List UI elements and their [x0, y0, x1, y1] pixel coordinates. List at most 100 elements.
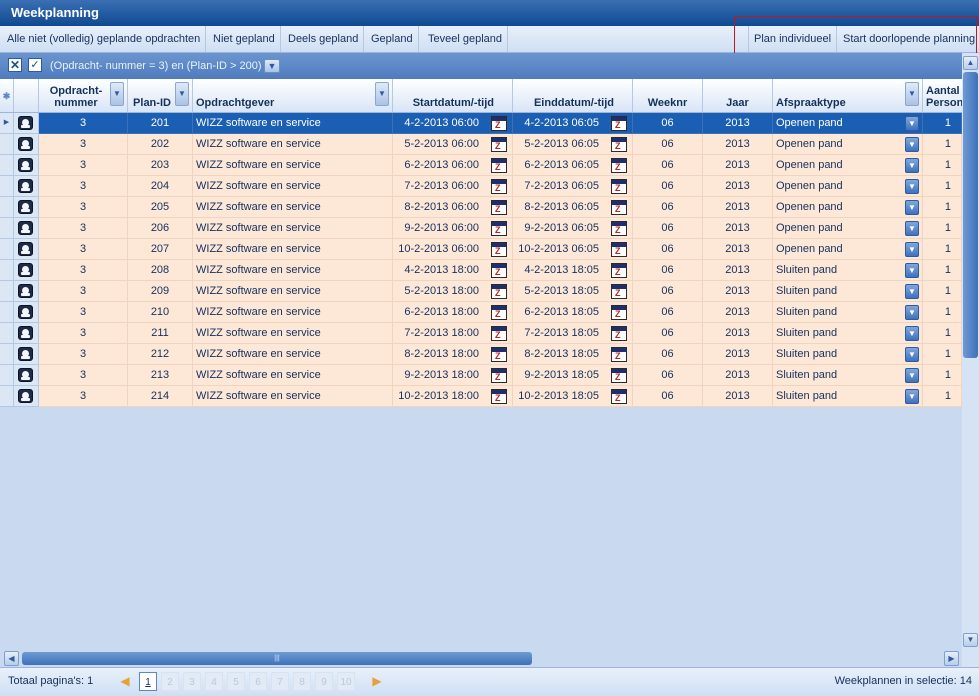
header-jaar[interactable]: Jaar: [703, 79, 773, 112]
calendar-icon[interactable]: [611, 326, 627, 341]
row-indicator[interactable]: [0, 302, 14, 323]
calendar-icon[interactable]: [491, 389, 507, 404]
cell-opdrachtnummer[interactable]: 3: [39, 239, 128, 260]
assignment-icon[interactable]: [18, 305, 33, 319]
afspraaktype-dropdown-icon[interactable]: ▼: [905, 82, 919, 106]
row-icon-cell[interactable]: [14, 323, 39, 344]
afspraaktype-dropdown-icon[interactable]: ▼: [905, 284, 919, 299]
plan-id-dropdown-icon[interactable]: ▼: [175, 82, 189, 106]
filter-planned-button[interactable]: Gepland: [366, 26, 419, 52]
afspraaktype-dropdown-icon[interactable]: ▼: [905, 305, 919, 320]
cell-opdrachtgever[interactable]: WIZZ software en service: [193, 155, 393, 176]
cell-jaar[interactable]: 2013: [703, 176, 773, 197]
afspraaktype-dropdown-icon[interactable]: ▼: [905, 368, 919, 383]
calendar-icon[interactable]: [491, 263, 507, 278]
table-row[interactable]: 3 214 WIZZ software en service 10-2-2013 18…: [0, 386, 962, 407]
row-indicator[interactable]: [0, 260, 14, 281]
table-row[interactable]: 3 205 WIZZ software en service 8-2-2013 06:…: [0, 197, 962, 218]
cell-weeknr[interactable]: 06: [633, 197, 703, 218]
header-einddatum[interactable]: Einddatum/-tijd: [513, 79, 633, 112]
cell-opdrachtgever[interactable]: WIZZ software en service: [193, 134, 393, 155]
filter-all-unplanned-button[interactable]: Alle niet (volledig) geplande opdrachten: [2, 26, 207, 52]
row-icon-cell[interactable]: [14, 365, 39, 386]
cell-opdrachtgever[interactable]: WIZZ software en service: [193, 323, 393, 344]
cell-weeknr[interactable]: 06: [633, 176, 703, 197]
row-icon-cell[interactable]: [14, 134, 39, 155]
row-icon-cell[interactable]: [14, 344, 39, 365]
filter-partially-planned-button[interactable]: Deels gepland: [283, 26, 365, 52]
cell-opdrachtnummer[interactable]: 3: [39, 218, 128, 239]
cell-afspraaktype[interactable]: Sluiten pand: [773, 386, 923, 407]
horizontal-scrollbar[interactable]: ◀ ||| ▶: [0, 650, 962, 667]
cell-opdrachtnummer[interactable]: 3: [39, 365, 128, 386]
cell-weeknr[interactable]: 06: [633, 134, 703, 155]
cell-aantal-personen[interactable]: 1: [923, 323, 962, 344]
page-button[interactable]: 2: [161, 672, 179, 691]
page-button[interactable]: 3: [183, 672, 201, 691]
cell-opdrachtnummer[interactable]: 3: [39, 134, 128, 155]
table-row[interactable]: 3 204 WIZZ software en service 7-2-2013 06:…: [0, 176, 962, 197]
cell-opdrachtgever[interactable]: WIZZ software en service: [193, 302, 393, 323]
clear-filter-icon[interactable]: ✕: [8, 58, 22, 72]
table-row[interactable]: 3 212 WIZZ software en service 8-2-2013 18:…: [0, 344, 962, 365]
scroll-down-icon[interactable]: ▼: [963, 633, 978, 647]
cell-afspraaktype[interactable]: Sluiten pand: [773, 365, 923, 386]
cell-afspraaktype[interactable]: Sluiten pand: [773, 344, 923, 365]
table-row[interactable]: 3 209 WIZZ software en service 5-2-2013 18:…: [0, 281, 962, 302]
cell-weeknr[interactable]: 06: [633, 344, 703, 365]
cell-plan-id[interactable]: 213: [128, 365, 193, 386]
calendar-icon[interactable]: [611, 284, 627, 299]
calendar-icon[interactable]: [611, 200, 627, 215]
assignment-icon[interactable]: [18, 263, 33, 277]
opdrachtgever-dropdown-icon[interactable]: ▼: [375, 82, 389, 106]
afspraaktype-dropdown-icon[interactable]: ▼: [905, 158, 919, 173]
assignment-icon[interactable]: [18, 242, 33, 256]
header-afspraaktype[interactable]: Afspraaktype: [773, 79, 923, 112]
cell-plan-id[interactable]: 206: [128, 218, 193, 239]
cell-opdrachtgever[interactable]: WIZZ software en service: [193, 239, 393, 260]
row-icon-cell[interactable]: [14, 302, 39, 323]
cell-jaar[interactable]: 2013: [703, 344, 773, 365]
cell-aantal-personen[interactable]: 1: [923, 302, 962, 323]
calendar-icon[interactable]: [491, 137, 507, 152]
cell-aantal-personen[interactable]: 1: [923, 155, 962, 176]
cell-opdrachtnummer[interactable]: 3: [39, 155, 128, 176]
assignment-icon[interactable]: [18, 221, 33, 235]
cell-opdrachtnummer[interactable]: 3: [39, 197, 128, 218]
cell-opdrachtnummer[interactable]: 3: [39, 176, 128, 197]
cell-jaar[interactable]: 2013: [703, 386, 773, 407]
row-icon-cell[interactable]: [14, 113, 39, 134]
calendar-icon[interactable]: [611, 347, 627, 362]
cell-aantal-personen[interactable]: 1: [923, 176, 962, 197]
table-row[interactable]: 3 206 WIZZ software en service 9-2-2013 06:…: [0, 218, 962, 239]
cell-afspraaktype[interactable]: Openen pand: [773, 239, 923, 260]
cell-aantal-personen[interactable]: 1: [923, 365, 962, 386]
cell-plan-id[interactable]: 212: [128, 344, 193, 365]
row-icon-cell[interactable]: [14, 281, 39, 302]
cell-opdrachtgever[interactable]: WIZZ software en service: [193, 281, 393, 302]
cell-plan-id[interactable]: 202: [128, 134, 193, 155]
assignment-icon[interactable]: [18, 368, 33, 382]
row-indicator[interactable]: ▶: [0, 113, 14, 134]
cell-jaar[interactable]: 2013: [703, 281, 773, 302]
cell-weeknr[interactable]: 06: [633, 218, 703, 239]
cell-aantal-personen[interactable]: 1: [923, 134, 962, 155]
filter-overplanned-button[interactable]: Teveel gepland: [423, 26, 509, 52]
assignment-icon[interactable]: [18, 116, 33, 130]
table-row[interactable]: 3 203 WIZZ software en service 6-2-2013 06:…: [0, 155, 962, 176]
cell-jaar[interactable]: 2013: [703, 302, 773, 323]
cell-opdrachtgever[interactable]: WIZZ software en service: [193, 176, 393, 197]
cell-aantal-personen[interactable]: 1: [923, 260, 962, 281]
cell-opdrachtgever[interactable]: WIZZ software en service: [193, 344, 393, 365]
row-icon-cell[interactable]: [14, 386, 39, 407]
cell-jaar[interactable]: 2013: [703, 113, 773, 134]
cell-weeknr[interactable]: 06: [633, 386, 703, 407]
row-icon-cell[interactable]: [14, 197, 39, 218]
cell-opdrachtgever[interactable]: WIZZ software en service: [193, 365, 393, 386]
cell-jaar[interactable]: 2013: [703, 218, 773, 239]
assignment-icon[interactable]: [18, 347, 33, 361]
assignment-icon[interactable]: [18, 179, 33, 193]
calendar-icon[interactable]: [611, 368, 627, 383]
row-icon-cell[interactable]: [14, 239, 39, 260]
cell-plan-id[interactable]: 205: [128, 197, 193, 218]
